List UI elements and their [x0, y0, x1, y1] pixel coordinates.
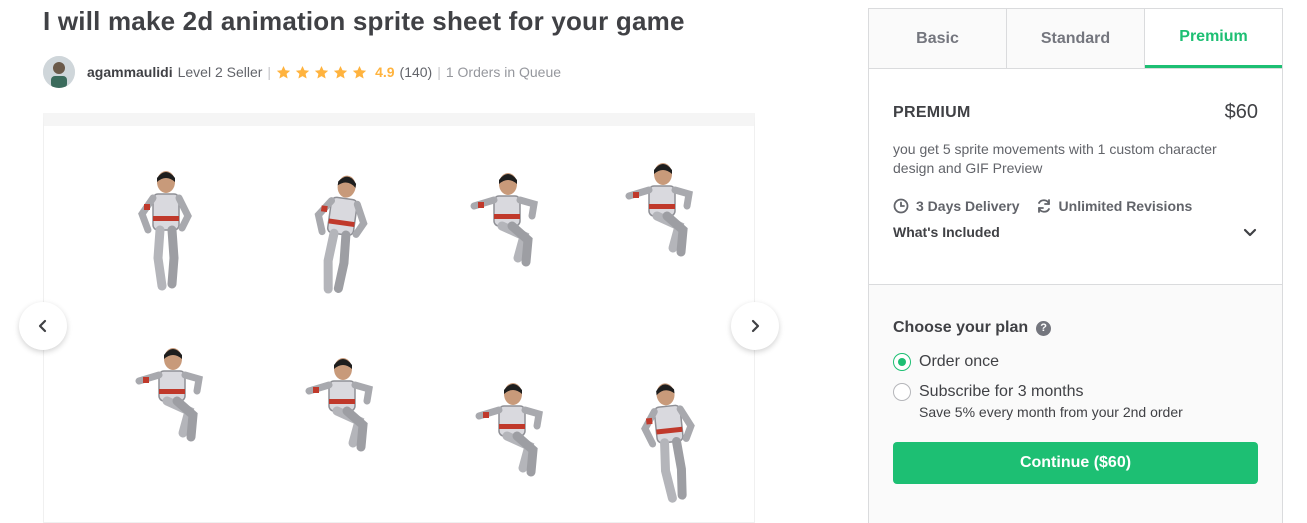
seller-username[interactable]: agammaulidi	[87, 64, 173, 80]
tab-basic[interactable]: Basic	[869, 9, 1007, 68]
gig-title: I will make 2d animation sprite sheet fo…	[43, 6, 685, 36]
gallery-prev-button[interactable]	[19, 302, 67, 350]
package-description: you get 5 sprite movements with 1 custom…	[893, 141, 1217, 176]
order-once-label: Order once	[919, 353, 1000, 370]
sprite-sheet-image	[44, 126, 755, 523]
rating-score: 4.9	[375, 64, 395, 80]
whats-included-toggle[interactable]: What's Included	[893, 224, 1258, 240]
star-icon	[276, 65, 291, 78]
package-details: PREMIUM $60 you get 5 sprite movements w…	[869, 69, 1282, 285]
separator: |	[267, 64, 272, 80]
sprite-frame	[309, 358, 369, 447]
refresh-icon	[1037, 199, 1050, 213]
subscribe-savings-note: Save 5% every month from your 2nd order	[919, 404, 1183, 420]
orders-in-queue: 1 Orders in Queue	[445, 64, 562, 80]
gig-gallery[interactable]	[43, 113, 755, 523]
seller-avatar[interactable]	[43, 56, 75, 88]
star-icon	[314, 65, 329, 78]
gallery-next-button[interactable]	[731, 302, 779, 350]
package-panel: Basic Standard Premium PREMIUM $60 you g…	[868, 8, 1283, 523]
subscribe-label: Subscribe for 3 months	[919, 383, 1084, 400]
seller-info: agammaulidi Level 2 Seller | 4.9 (140) |…	[43, 56, 561, 88]
subscribe-option[interactable]: Subscribe for 3 months	[893, 383, 1258, 401]
plan-title: Choose your plan	[893, 319, 1029, 336]
whats-included-label: What's Included	[893, 224, 1000, 240]
tab-standard[interactable]: Standard	[1007, 9, 1145, 68]
delivery-time: 3 Days Delivery	[893, 198, 1020, 214]
help-icon[interactable]: ?	[1036, 320, 1052, 336]
star-icon	[333, 65, 348, 78]
order-once-radio[interactable]	[893, 353, 911, 371]
sprite-frame	[474, 173, 534, 262]
rating-stars	[276, 65, 371, 80]
seller-level: Level 2 Seller	[177, 64, 263, 80]
sprite-frame	[308, 172, 370, 292]
package-price: $60	[1224, 101, 1258, 123]
delivery-label: 3 Days Delivery	[916, 198, 1020, 214]
sprite-frame	[641, 381, 699, 500]
chevron-down-icon	[1243, 228, 1257, 237]
package-tabs: Basic Standard Premium	[869, 9, 1282, 69]
separator: |	[437, 64, 441, 80]
sprite-frame	[142, 171, 188, 286]
plan-section: Choose your plan ? Order once Subscribe …	[869, 285, 1282, 523]
revisions-label: Unlimited Revisions	[1058, 198, 1193, 214]
sprite-frame	[479, 383, 539, 472]
subscribe-radio[interactable]	[893, 383, 911, 401]
sprite-frame	[139, 348, 199, 437]
tab-premium[interactable]: Premium	[1145, 9, 1282, 68]
continue-button[interactable]: Continue ($60)	[893, 442, 1258, 484]
star-icon	[352, 65, 367, 78]
order-once-option[interactable]: Order once	[893, 353, 1258, 371]
revisions: Unlimited Revisions	[1036, 198, 1193, 214]
sprite-frame	[629, 163, 689, 252]
chevron-right-icon	[751, 319, 760, 333]
chevron-left-icon	[38, 319, 47, 333]
star-icon	[295, 65, 310, 78]
clock-icon	[893, 198, 909, 214]
review-count[interactable]: (140)	[400, 64, 433, 80]
package-name: PREMIUM	[893, 103, 971, 121]
